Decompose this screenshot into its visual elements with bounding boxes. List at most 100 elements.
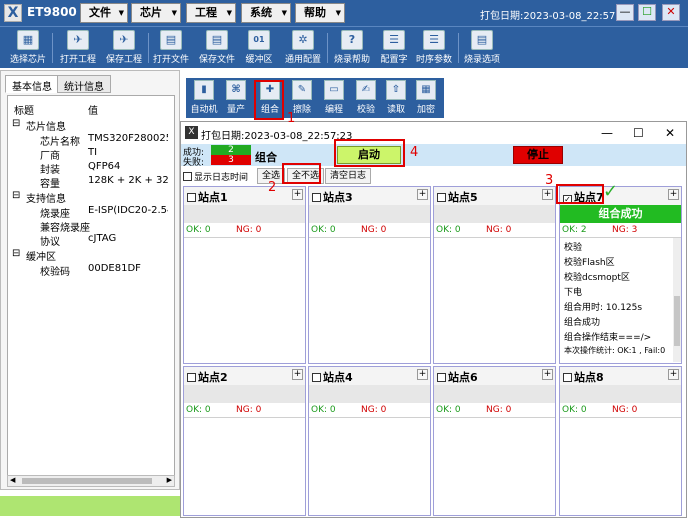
tree-group-chip[interactable]: ⊟ 芯片信息	[8, 118, 168, 132]
plus-icon[interactable]: +	[417, 369, 428, 380]
station-checkbox[interactable]: 站点2	[187, 369, 228, 385]
station-ng-count: NG: 0	[236, 225, 262, 235]
station-panel: 站点5 + OK: 0 NG: 0	[433, 186, 556, 364]
close-button[interactable]: ✕	[662, 4, 680, 21]
station-log[interactable]	[560, 417, 681, 515]
tree-row-chip-name: 芯片名称TMS320F280025PI	[40, 133, 168, 147]
header-title: 标题	[14, 106, 34, 116]
station-panel: 站点6 + OK: 0 NG: 0	[433, 366, 556, 516]
tree-group-buffer[interactable]: ⊟ 缓冲区	[8, 248, 168, 262]
general-config-button[interactable]: ✲ 通用配置	[281, 29, 325, 67]
plus-icon[interactable]: +	[668, 369, 679, 380]
mode-label: 组合	[255, 151, 277, 164]
config-word-button[interactable]: ☰ 配置字	[376, 29, 412, 67]
read-button[interactable]: ⇧ 读取	[382, 80, 410, 116]
station-log[interactable]	[309, 237, 430, 363]
station-log[interactable]: 校验 校验Flash区 校验dcsmopt区 下电 组合用时: 10.125s …	[560, 237, 681, 363]
scroll-right-icon[interactable]: ▶	[167, 476, 172, 484]
menu-help[interactable]: 帮助 ▼	[295, 3, 345, 23]
menu-project[interactable]: 工程 ▼	[186, 3, 236, 23]
burn-options-button[interactable]: ▤ 烧录选项	[460, 29, 504, 67]
dialog-close-button[interactable]: ✕	[665, 126, 675, 140]
production-icon: ⌘	[226, 80, 246, 100]
info-panel: 基本信息 统计信息 标题 值 ⊟ 芯片信息 芯片名称TMS320F280025P…	[0, 70, 180, 490]
station-ng-count: NG: 0	[361, 405, 387, 415]
property-tree: 标题 值 ⊟ 芯片信息 芯片名称TMS320F280025PI 厂商TI 封装Q…	[7, 95, 175, 479]
mass-production-button[interactable]: ⌘ 量产	[222, 80, 250, 116]
station-checkbox[interactable]: 站点1	[187, 189, 228, 205]
stop-button[interactable]: 停止	[513, 146, 563, 164]
tree-row-vendor: 厂商 TI	[40, 147, 98, 161]
chevron-down-icon: ▼	[171, 9, 177, 17]
open-project-button[interactable]: ✈ 打开工程	[56, 29, 100, 67]
dialog-minimize-button[interactable]: —	[601, 126, 613, 140]
save-file-button[interactable]: ▤ 保存文件	[196, 29, 238, 67]
clear-log-button[interactable]: 清空日志	[325, 168, 372, 184]
station-result-banner	[184, 205, 305, 223]
select-chip-button[interactable]: ▦ 选择芯片	[6, 29, 50, 67]
highlight-station7	[556, 184, 604, 204]
log-scrollbar[interactable]	[673, 238, 681, 362]
station-ok-count: OK: 2	[562, 225, 587, 235]
station-panel: 站点4 + OK: 0 NG: 0	[308, 366, 431, 516]
toolbar-divider	[458, 33, 459, 63]
log-line: 组合成功	[564, 318, 601, 328]
station-panel-active: ✓ 站点7 + 组合成功 OK: 2 NG: 3 校验 校验Flash区 校验dcsm…	[559, 186, 682, 364]
open-file-icon: ▤	[160, 30, 182, 50]
station-checkbox[interactable]: 站点3	[312, 189, 353, 205]
title-bar: X ET9800 文件 ▼ 芯片 ▼ 工程 ▼ 系统 ▼ 帮助 ▼ 打包日期:2023-0…	[0, 0, 688, 26]
build-date: 打包日期:2023-03-08_22:57:23	[480, 11, 632, 22]
tree-group-support[interactable]: ⊟ 支持信息	[8, 190, 168, 204]
plus-icon[interactable]: +	[542, 369, 553, 380]
station-checkbox[interactable]: 站点5	[437, 189, 478, 205]
binary-icon: 01	[248, 30, 270, 50]
menu-file[interactable]: 文件 ▼	[80, 3, 128, 23]
station-log[interactable]	[309, 417, 430, 515]
station-checkbox[interactable]: 站点6	[437, 369, 478, 385]
plus-icon[interactable]: +	[292, 369, 303, 380]
save-project-button[interactable]: ✈ 保存工程	[102, 29, 146, 67]
station-log[interactable]	[434, 417, 555, 515]
scroll-left-icon[interactable]: ◀	[10, 476, 15, 484]
buffer-button[interactable]: 01 缓冲区	[240, 29, 278, 67]
plus-icon[interactable]: +	[292, 189, 303, 200]
auto-machine-button[interactable]: ▮ 自动机	[190, 80, 218, 116]
maximize-button[interactable]: ☐	[638, 4, 656, 21]
program-button[interactable]: ▭ 编程	[320, 80, 348, 116]
station-log[interactable]	[184, 417, 305, 515]
station-log[interactable]	[184, 237, 305, 363]
plus-icon[interactable]: +	[542, 189, 553, 200]
tab-statistics[interactable]: 统计信息	[57, 75, 111, 93]
menu-system[interactable]: 系统 ▼	[241, 3, 291, 23]
collapse-icon[interactable]: ⊟	[12, 118, 20, 129]
dialog-maximize-button[interactable]: ☐	[633, 126, 644, 140]
read-icon: ⇧	[386, 80, 406, 100]
plus-icon[interactable]: +	[668, 189, 679, 200]
open-file-button[interactable]: ▤ 打开文件	[150, 29, 192, 67]
collapse-icon[interactable]: ⊟	[12, 190, 20, 201]
app-name: ET9800	[27, 5, 77, 19]
tab-basic-info[interactable]: 基本信息	[5, 75, 59, 93]
plus-icon[interactable]: +	[417, 189, 428, 200]
scroll-thumb[interactable]	[674, 296, 680, 346]
verify-icon: ✍	[356, 80, 376, 100]
station-result-banner	[434, 205, 555, 223]
log-line: 本次操作统计: OK:1 , Fail:0	[564, 346, 666, 355]
horizontal-scrollbar[interactable]: ◀ ▶	[7, 475, 175, 487]
tree-row-capacity: 容量 128K + 2K + 32	[40, 175, 168, 189]
burn-help-button[interactable]: ? 烧录帮助	[330, 29, 374, 67]
timing-params-button[interactable]: ☰ 时序参数	[412, 29, 456, 67]
toolbar-divider	[327, 33, 328, 63]
chevron-down-icon: ▼	[335, 9, 341, 17]
encrypt-button[interactable]: ▦ 加密	[412, 80, 440, 116]
minimize-button[interactable]: —	[616, 4, 634, 21]
station-checkbox[interactable]: 站点4	[312, 369, 353, 385]
station-log[interactable]	[434, 237, 555, 363]
verify-button[interactable]: ✍ 校验	[352, 80, 380, 116]
menu-chip[interactable]: 芯片 ▼	[131, 3, 181, 23]
show-log-time-checkbox[interactable]: 显示日志时间	[183, 170, 248, 183]
scroll-thumb[interactable]	[22, 478, 152, 484]
annotation-1: 1	[287, 111, 296, 126]
collapse-icon[interactable]: ⊟	[12, 248, 20, 259]
station-checkbox[interactable]: 站点8	[563, 369, 604, 385]
